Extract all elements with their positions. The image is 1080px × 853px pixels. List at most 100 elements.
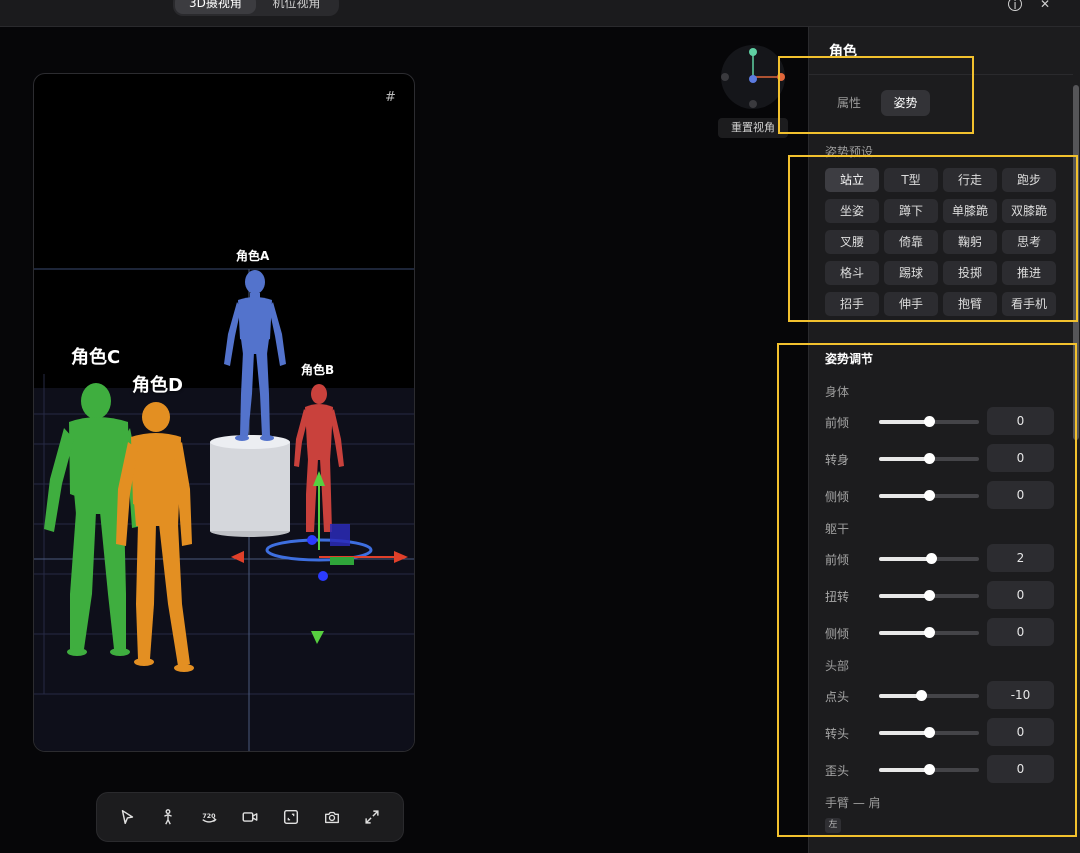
adjust-row-label: 歪头 (825, 764, 850, 778)
adjust-value-input[interactable]: 0 (987, 407, 1054, 435)
pose-preset-button[interactable]: 叉腰 (825, 230, 879, 254)
pose-preset-button[interactable]: 倚靠 (884, 230, 938, 254)
pose-preset-button[interactable]: 看手机 (1002, 292, 1056, 316)
adjust-slider-knob[interactable] (924, 453, 935, 464)
pose-preset-grid: 站立 T型 行走 跑步坐姿 蹲下 单膝跪 双膝跪叉腰 倚靠 鞠躬 思考格斗 踢球 投掷 推进招手 伸手 抱臂… (825, 168, 1057, 316)
info-icon[interactable]: i (1008, 0, 1022, 12)
rotate-720-icon[interactable]: 720 (196, 804, 222, 830)
adjust-row: 侧倾 0 (809, 618, 1073, 648)
adjust-row-label: 转身 (825, 453, 850, 467)
pose-presets-label: 姿势预设 (825, 145, 874, 159)
pose-preset-button[interactable]: 跑步 (1002, 168, 1056, 192)
adjust-group-label: 身体 (825, 385, 850, 399)
adjust-slider-knob[interactable] (924, 727, 935, 738)
adjust-slider-fill (879, 694, 921, 698)
adjust-group-label: 躯干 (825, 522, 850, 536)
panel-title: 角色 (829, 44, 857, 60)
pose-preset-button[interactable]: 行走 (943, 168, 997, 192)
adjust-value-input[interactable]: 0 (987, 718, 1054, 746)
adjust-slider-knob[interactable] (924, 627, 935, 638)
pose-preset-button[interactable]: 踢球 (884, 261, 938, 285)
adjust-row: 扭转 0 (809, 581, 1073, 611)
pose-preset-button[interactable]: 招手 (825, 292, 879, 316)
adjust-value-input[interactable]: 0 (987, 755, 1054, 783)
video-icon[interactable] (237, 804, 263, 830)
view-mode-3d[interactable]: 3D摄视角 (175, 0, 256, 14)
adjust-slider[interactable] (879, 590, 979, 601)
pose-preset-button[interactable]: 投掷 (943, 261, 997, 285)
adjust-slider-knob[interactable] (924, 590, 935, 601)
view-orientation-gizmo[interactable] (719, 43, 785, 111)
adjust-slider-knob[interactable] (924, 764, 935, 775)
adjust-row: 前倾 0 (809, 407, 1073, 437)
top-bar: 3D摄视角 机位视角 i ✕ (0, 0, 1080, 27)
adjust-slider-knob[interactable] (916, 690, 927, 701)
adjust-row: 侧倾 0 (809, 481, 1073, 511)
adjust-slider[interactable] (879, 727, 979, 738)
pose-preset-button[interactable]: T型 (884, 168, 938, 192)
view-mode-camera[interactable]: 机位视角 (256, 0, 337, 14)
adjust-value-input[interactable]: 0 (987, 618, 1054, 646)
adjust-row-label: 前倾 (825, 553, 850, 567)
reset-view-button[interactable]: 重置视角 (718, 118, 788, 138)
adjust-value-input[interactable]: 0 (987, 444, 1054, 472)
pose-preset-button[interactable]: 伸手 (884, 292, 938, 316)
character-label-b: 角色B (301, 363, 335, 377)
adjust-row-label: 点头 (825, 690, 850, 704)
pedestal (210, 442, 290, 531)
pose-preset-button[interactable]: 思考 (1002, 230, 1056, 254)
adjust-slider[interactable] (879, 627, 979, 638)
pose-preset-button[interactable]: 双膝跪 (1002, 199, 1056, 223)
grid-icon[interactable]: # (385, 91, 399, 105)
adjust-row: 转头 0 (809, 718, 1073, 748)
expand-icon[interactable] (359, 804, 385, 830)
pose-preset-button[interactable]: 坐姿 (825, 199, 879, 223)
bottom-toolbar: 720 (96, 792, 404, 842)
adjust-row: 前倾 2 (809, 544, 1073, 574)
adjust-value-input[interactable]: 2 (987, 544, 1054, 572)
pose-preset-button[interactable]: 推进 (1002, 261, 1056, 285)
adjust-value-input[interactable]: -10 (987, 681, 1054, 709)
pose-preset-button[interactable]: 格斗 (825, 261, 879, 285)
adjust-slider[interactable] (879, 764, 979, 775)
pose-preset-button[interactable]: 单膝跪 (943, 199, 997, 223)
arm-shoulder-label: 手臂 — 肩 (825, 796, 881, 810)
person-icon[interactable] (155, 804, 181, 830)
tab-pose[interactable]: 姿势 (881, 90, 930, 116)
view-mode-switch: 3D摄视角 机位视角 (173, 0, 339, 16)
cursor-icon[interactable] (114, 804, 140, 830)
pose-adjust-title: 姿势调节 (825, 352, 874, 366)
adjust-row-label: 侧倾 (825, 627, 850, 641)
camera-icon[interactable] (319, 804, 345, 830)
adjust-slider-fill (879, 594, 929, 598)
character-label-c: 角色C (71, 347, 121, 368)
adjust-slider[interactable] (879, 490, 979, 501)
panel-scrollbar[interactable] (1073, 85, 1079, 440)
adjust-slider-fill (879, 731, 929, 735)
close-icon[interactable]: ✕ (1038, 0, 1052, 11)
adjust-slider[interactable] (879, 553, 979, 564)
adjust-slider[interactable] (879, 416, 979, 427)
character-label-d: 角色D (132, 375, 183, 396)
adjust-row-label: 转头 (825, 727, 850, 741)
adjust-slider-fill (879, 420, 929, 424)
adjust-slider-knob[interactable] (924, 416, 935, 427)
adjust-slider[interactable] (879, 453, 979, 464)
adjust-slider[interactable] (879, 690, 979, 701)
adjust-row-label: 侧倾 (825, 490, 850, 504)
adjust-slider-fill (879, 494, 929, 498)
adjust-value-input[interactable]: 0 (987, 481, 1054, 509)
side-left-tag[interactable]: 左 (825, 818, 841, 833)
adjust-slider-knob[interactable] (926, 553, 937, 564)
scene-viewport[interactable]: # 角色A 角色B 角色C 角色D (33, 73, 415, 752)
tab-attributes[interactable]: 属性 (827, 90, 871, 116)
pose-preset-button[interactable]: 站立 (825, 168, 879, 192)
pose-preset-button[interactable]: 蹲下 (884, 199, 938, 223)
adjust-value-input[interactable]: 0 (987, 581, 1054, 609)
frame-icon[interactable] (278, 804, 304, 830)
pedestal-top (210, 435, 290, 449)
pose-preset-button[interactable]: 鞠躬 (943, 230, 997, 254)
adjust-slider-fill (879, 631, 929, 635)
adjust-slider-knob[interactable] (924, 490, 935, 501)
pose-preset-button[interactable]: 抱臂 (943, 292, 997, 316)
